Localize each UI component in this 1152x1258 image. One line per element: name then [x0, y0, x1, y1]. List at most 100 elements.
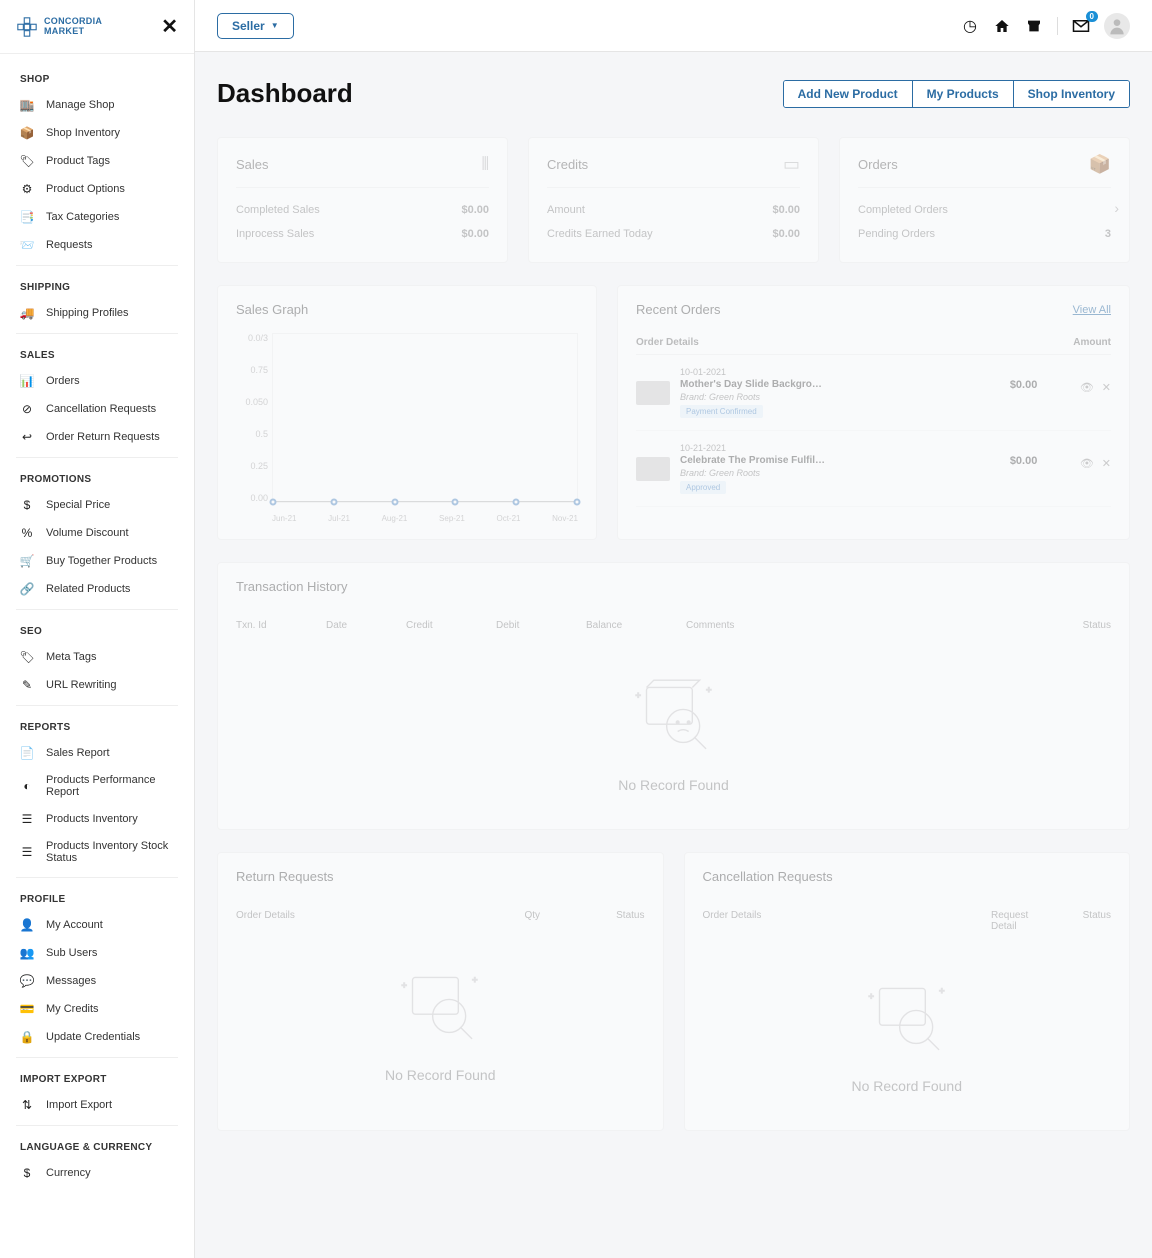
divider: [1057, 17, 1058, 35]
card-title: Transaction History: [236, 579, 1111, 594]
sidebar-item-currency[interactable]: $Currency: [0, 1159, 194, 1187]
col: Order Details: [636, 337, 699, 348]
nav-label: Update Credentials: [46, 1031, 140, 1043]
nav-label: Order Return Requests: [46, 431, 160, 443]
order-status: Payment Confirmed: [680, 405, 763, 418]
order-row[interactable]: 10-01-2021 Mother's Day Slide Backgro… B…: [636, 355, 1111, 431]
nav-label: Sub Users: [46, 947, 97, 959]
stat-label: Amount: [547, 204, 585, 216]
sidebar-item-messages[interactable]: 💬Messages: [0, 967, 194, 995]
store-icon[interactable]: [1025, 17, 1043, 35]
svg-text:+: +: [706, 685, 711, 695]
sidebar-item-tax-categories[interactable]: 📑Tax Categories: [0, 203, 194, 231]
topbar-icons: ◷ 0: [961, 13, 1130, 39]
avatar[interactable]: [1104, 13, 1130, 39]
nav-label: Requests: [46, 239, 92, 251]
col: Status: [1051, 620, 1111, 631]
add-new-product-button[interactable]: Add New Product: [784, 81, 913, 107]
page-header: Dashboard Add New Product My Products Sh…: [217, 78, 1130, 109]
nav-label: Product Options: [46, 183, 125, 195]
stat-value: $0.00: [772, 228, 800, 240]
nav-label: Buy Together Products: [46, 555, 157, 567]
sidebar-item-shipping-profiles[interactable]: 🚚Shipping Profiles: [0, 299, 194, 327]
nav-icon: 📊: [20, 374, 34, 388]
order-row[interactable]: 10-21-2021 Celebrate The Promise Fulfil……: [636, 431, 1111, 507]
nav-label: URL Rewriting: [46, 679, 117, 691]
sidebar-item-update-credentials[interactable]: 🔒Update Credentials: [0, 1023, 194, 1051]
nav-section-seo: SEO: [0, 616, 194, 643]
order-amount: $0.00: [1010, 455, 1070, 467]
sidebar-item-products-inventory-stock-status[interactable]: ☰Products Inventory Stock Status: [0, 833, 194, 871]
stat-value: $0.00: [772, 204, 800, 216]
nav: SHOP🏬Manage Shop📦Shop Inventory🏷Product …: [0, 54, 194, 1197]
sidebar-item-meta-tags[interactable]: 🏷Meta Tags: [0, 643, 194, 671]
content: Dashboard Add New Product My Products Sh…: [195, 52, 1152, 1157]
sidebar-item-my-account[interactable]: 👤 My Account: [0, 911, 194, 939]
close-icon[interactable]: ✕: [161, 14, 178, 39]
col: Date: [326, 620, 406, 631]
nav-icon: ⊘: [20, 402, 34, 416]
sidebar-item-volume-discount[interactable]: %Volume Discount: [0, 519, 194, 547]
sidebar-item-products-performance-report[interactable]: ◐Products Performance Report: [0, 767, 194, 805]
close-icon[interactable]: ✕: [1102, 381, 1111, 394]
credits-card[interactable]: Credits▭ Amount$0.00 Credits Earned Toda…: [528, 137, 819, 263]
sidebar-item-sales-report[interactable]: 📄Sales Report: [0, 739, 194, 767]
sidebar-item-buy-together-products[interactable]: 🛒Buy Together Products: [0, 547, 194, 575]
home-icon[interactable]: [993, 17, 1011, 35]
dashboard-icon[interactable]: ◷: [961, 17, 979, 35]
brand-name: CONCORDIA: [44, 16, 102, 26]
nav-icon: 💬: [20, 974, 34, 988]
nav-section-reports: REPORTS: [0, 712, 194, 739]
nav-icon: 👤: [20, 918, 34, 932]
sidebar-item-url-rewriting[interactable]: ✎URL Rewriting: [0, 671, 194, 699]
col: Debit: [496, 620, 586, 631]
view-icon[interactable]: 👁: [1080, 457, 1094, 470]
logo[interactable]: CONCORDIAMARKET: [16, 16, 102, 38]
svg-text:+: +: [472, 975, 477, 985]
card-title: Cancellation Requests: [703, 869, 1112, 884]
nav-icon: 🔗: [20, 582, 34, 596]
sidebar-item-order-return-requests[interactable]: ↩ Order Return Requests: [0, 423, 194, 451]
chevron-right-icon: ›: [1114, 200, 1119, 216]
nav-label: My Account: [46, 919, 103, 931]
sidebar-item-sub-users[interactable]: 👥Sub Users: [0, 939, 194, 967]
sales-card[interactable]: Sales⫴ Completed Sales$0.00 Inprocess Sa…: [217, 137, 508, 263]
sidebar-item-import-export[interactable]: ⇅Import Export: [0, 1091, 194, 1119]
nav-icon: 💳: [20, 1002, 34, 1016]
stat-label: Inprocess Sales: [236, 228, 314, 240]
view-icon[interactable]: 👁: [1080, 381, 1094, 394]
col: Comments: [686, 620, 1051, 631]
nav-section-promotions: PROMOTIONS: [0, 464, 194, 491]
no-results-icon: ++: [385, 961, 495, 1051]
action-buttons: Add New Product My Products Shop Invento…: [783, 80, 1130, 108]
mail-icon[interactable]: 0: [1072, 17, 1090, 35]
nav-label: Orders: [46, 375, 80, 387]
shop-inventory-button[interactable]: Shop Inventory: [1014, 81, 1129, 107]
order-thumb: [636, 381, 670, 405]
stat-title: Sales: [236, 157, 269, 172]
nav-icon: ↩: [20, 430, 34, 444]
nav-label: Cancellation Requests: [46, 403, 156, 415]
sidebar-item-products-inventory[interactable]: ☰Products Inventory: [0, 805, 194, 833]
sidebar-item-shop-inventory[interactable]: 📦Shop Inventory: [0, 119, 194, 147]
sidebar-item-product-tags[interactable]: 🏷Product Tags: [0, 147, 194, 175]
orders-card[interactable]: Orders📦 Completed Orders Pending Orders3…: [839, 137, 1130, 263]
view-all-link[interactable]: View All: [1073, 304, 1111, 316]
transaction-history-card: Transaction History Txn. IdDateCreditDeb…: [217, 562, 1130, 830]
sidebar-item-product-options[interactable]: ⚙ Product Options: [0, 175, 194, 203]
nav-icon: 🏬: [20, 98, 34, 112]
close-icon[interactable]: ✕: [1102, 457, 1111, 470]
my-products-button[interactable]: My Products: [913, 81, 1014, 107]
col: Qty: [525, 910, 585, 921]
sidebar-item-manage-shop[interactable]: 🏬Manage Shop: [0, 91, 194, 119]
seller-dropdown[interactable]: Seller ▼: [217, 13, 294, 39]
nav-icon: ⚙: [20, 182, 34, 196]
sidebar-item-special-price[interactable]: $Special Price: [0, 491, 194, 519]
sidebar-item-cancellation-requests[interactable]: ⊘ Cancellation Requests: [0, 395, 194, 423]
sidebar-item-related-products[interactable]: 🔗Related Products: [0, 575, 194, 603]
sidebar-item-requests[interactable]: 📨Requests: [0, 231, 194, 259]
col: Status: [585, 910, 645, 921]
col: Amount: [1073, 337, 1111, 348]
sidebar-item-my-credits[interactable]: 💳My Credits: [0, 995, 194, 1023]
sidebar-item-orders[interactable]: 📊 Orders: [0, 367, 194, 395]
